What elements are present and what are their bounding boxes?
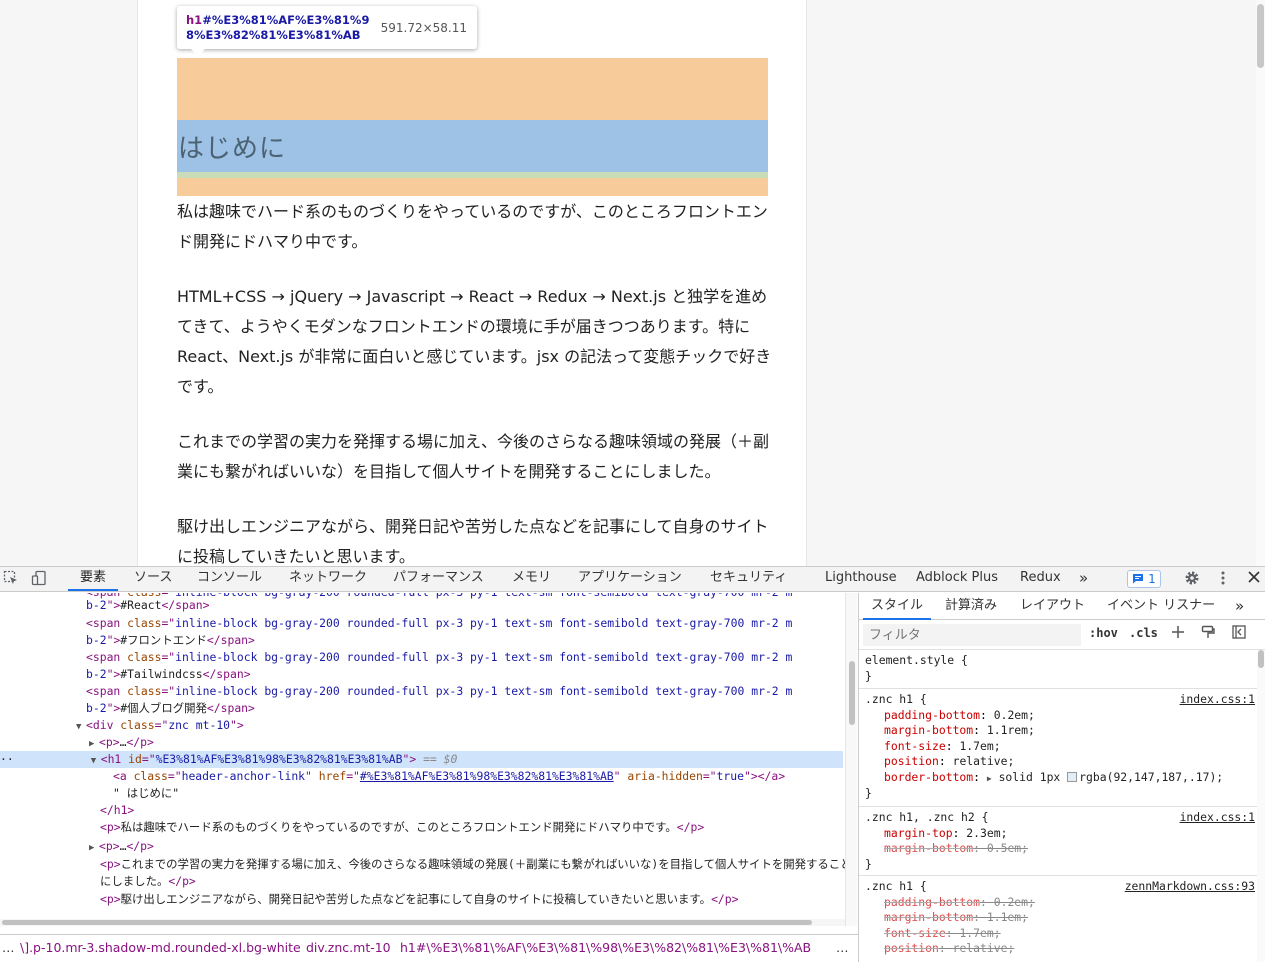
hov-button[interactable]: :hov (1089, 626, 1118, 640)
styles-filter-bar: :hov .cls (859, 621, 1265, 650)
inspect-tooltip: h1#%E3%81%AF%E3%81%98%E3%82%81%E3%81%AB … (177, 6, 477, 56)
page-scrollbar[interactable] (1256, 0, 1265, 566)
filter-input[interactable] (863, 624, 1081, 646)
css-rule[interactable]: .znc h1 { index.css:1 padding-bottom: 0.… (859, 690, 1257, 807)
paint-roller-icon[interactable] (1199, 625, 1217, 643)
dom-node-line[interactable]: b-2">#React</span> (0, 597, 843, 614)
add-rule-icon[interactable] (1169, 625, 1187, 643)
color-swatch[interactable] (1067, 771, 1078, 782)
dom-node-line[interactable]: b-2">#フロントエンド</span> (0, 632, 843, 649)
breadcrumb-overflow[interactable]: … (2, 935, 15, 961)
dom-node-line[interactable]: ▼ <div class="znc mt-10"> (0, 717, 843, 734)
toggle-sidebar-icon[interactable] (1230, 625, 1248, 643)
collapsed-triangle-icon[interactable]: ▶ (89, 840, 99, 857)
tab-sources[interactable]: ソース (134, 567, 172, 591)
web-page-viewport: はじめに h1#%E3%81%AF%E3%81%98%E3%82%81%E3%8… (0, 0, 1265, 566)
elements-hscroll-thumb[interactable] (2, 920, 812, 925)
elements-scrollbar[interactable] (845, 593, 857, 926)
article-heading: はじめに (178, 134, 287, 164)
styles-scrollbar-thumb[interactable] (1258, 650, 1264, 668)
issues-badge[interactable]: 1 (1127, 570, 1161, 588)
dom-node-line[interactable]: b-2">#個人ブログ開発</span> (0, 700, 843, 717)
article-paragraph: HTML+CSS → jQuery → Javascript → React →… (177, 287, 772, 396)
tab-application[interactable]: アプリケーション (578, 567, 682, 591)
tab-computed[interactable]: 計算済み (945, 593, 997, 620)
tab-console[interactable]: コンソール (197, 567, 262, 591)
styles-pane: スタイル 計算済み レイアウト イベント リスナー » :hov .cls el… (858, 593, 1265, 962)
more-tabs-chevron-icon[interactable]: » (1079, 567, 1088, 591)
tab-security[interactable]: セキュリティ (710, 567, 787, 591)
tab-lighthouse[interactable]: Lighthouse (825, 567, 897, 591)
settings-gear-icon[interactable] (1183, 570, 1201, 588)
breadcrumb-item[interactable]: div.znc.mt-10 (306, 935, 391, 961)
dom-node-line[interactable]: <p>駆け出しエンジニアながら、開発日記や苦労した点などを記事にして自身のサイト… (0, 891, 843, 908)
tab-styles[interactable]: スタイル (863, 593, 932, 620)
tooltip-element-size: 591.72×58.11 (380, 21, 467, 35)
devtools-toolbar: 要素 ソース コンソール ネットワーク パフォーマンス メモリ アプリケーション… (0, 567, 1265, 592)
highlight-margin-top (177, 58, 768, 120)
styles-scrollbar[interactable] (1257, 650, 1265, 962)
css-source-link[interactable]: zennMarkdown.css:93 (1125, 879, 1255, 895)
tooltip-element-name: h1#%E3%81%AF%E3%81%98%E3%82%81%E3%81%AB (186, 13, 370, 42)
tab-layout[interactable]: レイアウト (1020, 593, 1085, 620)
dom-node-line[interactable]: にしました。</p> (0, 873, 843, 890)
tab-elements[interactable]: 要素 (68, 567, 119, 591)
expand-triangle-icon[interactable]: ▶ (987, 774, 992, 783)
tab-memory[interactable]: メモリ (512, 567, 551, 591)
dom-node-line[interactable]: b-2">#Tailwindcss</span> (0, 666, 843, 683)
css-source-link[interactable]: index.css:1 (1180, 692, 1255, 708)
article-paragraph: 私は趣味でハード系のものづくりをやっているのですが、このところフロントエンド開発… (177, 202, 768, 251)
styles-tabs: スタイル 計算済み レイアウト イベント リスナー » (859, 593, 1265, 620)
dom-node-line[interactable]: ▶ <p>…</p> (0, 838, 843, 855)
css-rule-element-style[interactable]: element.style { } (859, 651, 1257, 689)
tab-redux[interactable]: Redux (1020, 567, 1061, 591)
inspect-element-icon[interactable] (2, 570, 20, 588)
kebab-menu-icon[interactable] (1214, 570, 1232, 588)
elements-horizontal-scrollbar[interactable] (0, 919, 845, 926)
css-source-link[interactable]: index.css:1 (1180, 810, 1255, 826)
dom-text-node[interactable]: " はじめに" (0, 785, 843, 802)
css-rule[interactable]: .znc h1 { zennMarkdown.css:93 padding-bo… (859, 877, 1257, 962)
dom-node-line[interactable]: <span class="inline-block bg-gray-200 ro… (0, 649, 843, 666)
highlight-margin-bottom (177, 178, 768, 196)
page-scrollbar-thumb[interactable] (1257, 4, 1264, 68)
dom-node-line[interactable]: <p>これまでの学習の実力を発揮する場に加え、今後のさらなる趣味領域の発展(＋副… (0, 856, 852, 873)
dom-node-line[interactable]: <span class="inline-block bg-gray-200 ro… (0, 615, 843, 632)
device-toolbar-icon[interactable] (30, 570, 48, 588)
close-icon[interactable] (1245, 570, 1263, 588)
dom-node-line[interactable]: <a class="header-anchor-link" href="#%E3… (0, 768, 843, 785)
dom-node-line[interactable]: ▶ <p>…</p> (0, 734, 843, 751)
cls-button[interactable]: .cls (1129, 626, 1158, 640)
more-tabs-chevron-icon[interactable]: » (1235, 593, 1244, 620)
elements-tree: <span class="inline-block bg-gray-200 ro… (0, 593, 858, 926)
css-rule[interactable]: .znc h1, .znc h2 { index.css:1 margin-to… (859, 808, 1257, 876)
message-icon (1133, 574, 1144, 584)
tab-performance[interactable]: パフォーマンス (393, 567, 484, 591)
tab-event-listeners[interactable]: イベント リスナー (1107, 593, 1215, 620)
breadcrumb-item[interactable]: \].p-10.mr-3.shadow-md.rounded-xl.bg-whi… (20, 935, 301, 961)
tab-network[interactable]: ネットワーク (289, 567, 367, 591)
selected-dom-node[interactable]: ·· ▼ <h1 id="%E3%81%AF%E3%81%98%E3%82%81%E… (0, 751, 843, 768)
dom-node-line[interactable]: <span class="inline-block bg-gray-200 ro… (0, 683, 843, 700)
article-paragraph: これまでの学習の実力を発揮する場に加え、今後のさらなる趣味領域の発展（＋副業にも… (177, 432, 770, 481)
elements-scrollbar-thumb[interactable] (849, 661, 855, 725)
breadcrumb-item-current[interactable]: h1#\%E3\%81\%AF\%E3\%81\%98\%E3\%82\%81\… (400, 935, 811, 961)
dom-node-line[interactable]: </h1> (0, 802, 843, 819)
devtools-panel: 要素 ソース コンソール ネットワーク パフォーマンス メモリ アプリケーション… (0, 566, 1265, 962)
breadcrumb: … \].p-10.mr-3.shadow-md.rounded-xl.bg-w… (0, 934, 858, 962)
dom-node-line[interactable]: <p>私は趣味でハード系のものづくりをやっているのですが、このところフロントエン… (0, 819, 843, 836)
breadcrumb-overflow[interactable]: … (836, 935, 849, 961)
tab-adblock-plus[interactable]: Adblock Plus (916, 567, 998, 591)
article-paragraph: 駆け出しエンジニアながら、開発日記や苦労した点などを記事にして自身のサイトに投稿… (177, 517, 769, 566)
